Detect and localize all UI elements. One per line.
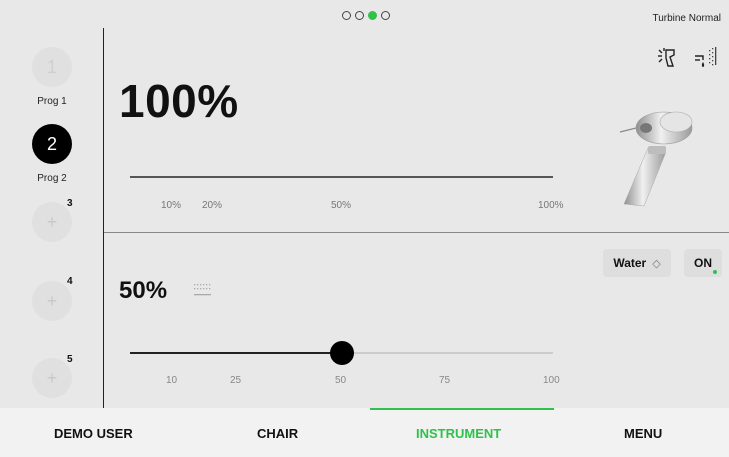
nav-menu[interactable]: MENU [624,426,662,441]
page-indicator [342,11,390,20]
add-program-3-button[interactable]: + [32,202,72,242]
add-program-5-button[interactable]: + [32,358,72,398]
spray-pattern-icon [194,284,211,296]
program-3-badge: 3 [67,198,73,209]
speed-tick: 100% [538,200,564,211]
spray-tick: 10 [166,375,178,386]
page-dot-2[interactable] [355,11,364,20]
sidebar-divider [103,28,104,408]
page-dot-1[interactable] [342,11,351,20]
bottom-nav: DEMO USER CHAIR INSTRUMENT MENU [0,408,729,457]
program-2-number: 2 [46,133,57,154]
nav-demo-user[interactable]: DEMO USER [54,426,133,441]
chevron-updown-icon: ◇ [652,257,661,270]
status-dot [713,270,717,274]
add-program-4-button[interactable]: + [32,281,72,321]
speed-slider-track[interactable] [130,176,553,178]
nav-instrument[interactable]: INSTRUMENT [416,426,501,441]
program-1-label: Prog 1 [37,96,67,107]
spray-tick: 100 [543,375,560,386]
speed-tick: 20% [202,200,223,211]
medium-value: Water [613,256,647,270]
mode-status: Turbine Normal [652,13,721,24]
nav-active-indicator [370,408,554,410]
program-5-badge: 5 [67,354,73,365]
spray-tick: 75 [439,375,451,386]
light-icon[interactable] [655,47,681,69]
plus-icon: + [46,290,58,311]
program-2-button[interactable]: 2 [32,124,72,164]
medium-select[interactable]: Water ◇ [603,249,671,277]
spray-icon[interactable] [693,46,719,70]
speed-tick: 50% [331,200,352,211]
speed-value: 100% [119,75,239,127]
handpiece-icon [619,111,693,207]
program-1-button[interactable]: 1 [32,47,72,87]
spray-slider-handle[interactable] [329,341,354,365]
spray-toggle-label: ON [694,256,712,270]
spray-tick: 50 [335,375,347,386]
spray-value: 50% [119,277,168,304]
program-2-label: Prog 2 [37,173,67,184]
program-4-badge: 4 [67,276,73,287]
program-1-number: 1 [46,56,57,77]
spray-slider-fill [130,352,342,354]
page-dot-4[interactable] [381,11,390,20]
plus-icon: + [46,211,58,232]
spray-tick: 25 [230,375,242,386]
speed-tick: 10% [161,200,182,211]
plus-icon: + [46,367,58,388]
nav-chair[interactable]: CHAIR [257,426,298,441]
page-dot-3[interactable] [368,11,377,20]
section-divider [104,232,729,233]
